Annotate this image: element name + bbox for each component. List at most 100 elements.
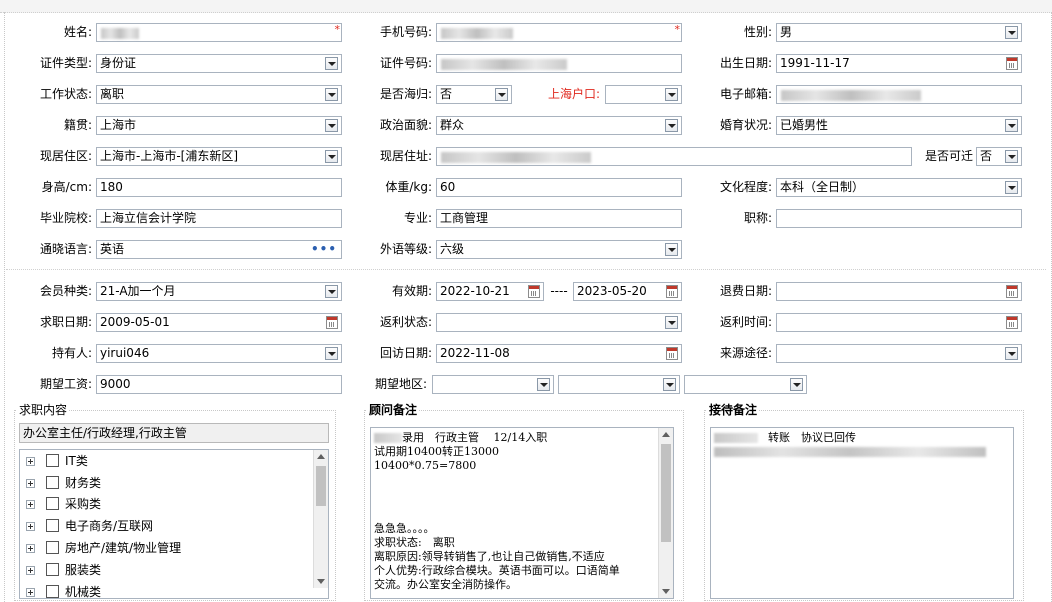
scroll-thumb[interactable] xyxy=(661,444,671,542)
reception-notes-textarea[interactable]: 转账 协议已回传 xyxy=(710,427,1014,599)
expand-icon[interactable] xyxy=(26,457,35,466)
salary-input[interactable]: 9000 xyxy=(96,375,342,394)
job-date-input[interactable]: 2009-05-01 xyxy=(96,313,342,332)
redacted-text xyxy=(714,433,758,443)
weight-input[interactable]: 60 xyxy=(436,178,682,197)
scroll-up-icon[interactable] xyxy=(317,454,325,459)
calendar-icon[interactable] xyxy=(666,347,678,360)
chevron-down-icon[interactable] xyxy=(325,57,338,70)
chevron-down-icon[interactable] xyxy=(663,378,676,391)
checkbox[interactable] xyxy=(46,497,59,510)
advisor-notes-textarea[interactable]: 录用 行政主管 12/14入职 试用期10400转正13000 10400*0.… xyxy=(370,427,674,599)
work-status-select[interactable]: 离职 xyxy=(96,85,342,104)
chevron-down-icon[interactable] xyxy=(665,119,678,132)
tree-scrollbar[interactable] xyxy=(313,450,328,588)
checkbox[interactable] xyxy=(46,476,59,489)
visit-date-input[interactable]: 2022-11-08 xyxy=(436,344,682,363)
calendar-icon[interactable] xyxy=(326,316,338,329)
region-province-select[interactable] xyxy=(432,375,554,394)
scroll-up-icon[interactable] xyxy=(662,432,670,437)
chevron-down-icon[interactable] xyxy=(1005,119,1018,132)
refund-date-input[interactable] xyxy=(776,282,1022,301)
chevron-down-icon[interactable] xyxy=(1005,347,1018,360)
origin-select[interactable]: 上海市 xyxy=(96,116,342,135)
holder-select[interactable]: yirui046 xyxy=(96,344,342,363)
member-type-select[interactable]: 21-A加一个月 xyxy=(96,282,342,301)
school-input[interactable]: 上海立信会计学院 xyxy=(96,209,342,228)
residence-area-select[interactable]: 上海市-上海市-[浦东新区] xyxy=(96,147,342,166)
id-type-select[interactable]: 身份证 xyxy=(96,54,342,73)
chevron-down-icon[interactable] xyxy=(325,88,338,101)
chevron-down-icon[interactable] xyxy=(665,88,678,101)
hukou-select[interactable] xyxy=(605,85,682,104)
chevron-down-icon[interactable] xyxy=(790,378,803,391)
scroll-down-icon[interactable] xyxy=(662,589,670,594)
chevron-down-icon[interactable] xyxy=(325,347,338,360)
source-select[interactable] xyxy=(776,344,1022,363)
chevron-down-icon[interactable] xyxy=(1005,26,1018,39)
major-input[interactable]: 工商管理 xyxy=(436,209,682,228)
scroll-down-icon[interactable] xyxy=(317,579,325,584)
expand-icon[interactable] xyxy=(26,479,35,488)
expand-icon[interactable] xyxy=(26,522,35,531)
advisor-notes-title: 顾问备注 xyxy=(367,402,420,418)
chevron-down-icon[interactable] xyxy=(537,378,550,391)
expand-icon[interactable] xyxy=(26,544,35,553)
gender-select[interactable]: 男 xyxy=(776,23,1022,42)
expand-icon[interactable] xyxy=(26,500,35,509)
checkbox[interactable] xyxy=(46,519,59,532)
education-label: 文化程度: xyxy=(719,180,772,194)
job-category-tree[interactable]: IT类 财务类 采购类 电子商务/互联网 房地产/建筑/物业管理 服装类 机械类 xyxy=(19,449,329,599)
chevron-down-icon[interactable] xyxy=(325,285,338,298)
advisor-notes-scrollbar[interactable] xyxy=(658,428,673,598)
checkbox[interactable] xyxy=(46,585,59,598)
hukou-label: 上海户口: xyxy=(547,87,600,101)
more-icon[interactable]: ••• xyxy=(311,243,337,255)
relocate-select[interactable]: 否 xyxy=(976,147,1022,166)
expand-icon[interactable] xyxy=(26,588,35,597)
foreign-level-select[interactable]: 六级 xyxy=(436,240,682,259)
birth-date-input[interactable]: 1991-11-17 xyxy=(776,54,1022,73)
calendar-icon[interactable] xyxy=(1006,316,1018,329)
politics-select[interactable]: 群众 xyxy=(436,116,682,135)
calendar-icon[interactable] xyxy=(666,285,678,298)
tree-item-label: 服装类 xyxy=(65,563,102,577)
phone-input[interactable]: * xyxy=(436,23,682,42)
returnee-select[interactable]: 否 xyxy=(436,85,512,104)
professional-title-input[interactable] xyxy=(776,209,1022,228)
checkbox[interactable] xyxy=(46,563,59,576)
calendar-icon[interactable] xyxy=(1006,285,1018,298)
note-line xyxy=(714,445,1010,459)
chevron-down-icon[interactable] xyxy=(665,243,678,256)
checkbox[interactable] xyxy=(46,454,59,467)
address-input[interactable] xyxy=(436,147,912,166)
chevron-down-icon[interactable] xyxy=(1005,150,1018,163)
region-district-select[interactable] xyxy=(684,375,807,394)
marital-select[interactable]: 已婚男性 xyxy=(776,116,1022,135)
rebate-status-select[interactable] xyxy=(436,313,682,332)
calendar-icon[interactable] xyxy=(1006,57,1018,70)
chevron-down-icon[interactable] xyxy=(325,150,338,163)
language-input[interactable]: 英语 ••• xyxy=(96,240,342,259)
education-select[interactable]: 本科（全日制） xyxy=(776,178,1022,197)
valid-from-input[interactable]: 2022-10-21 xyxy=(436,282,544,301)
visit-date-value: 2022-11-08 xyxy=(440,346,510,360)
chevron-down-icon[interactable] xyxy=(495,88,508,101)
scroll-thumb[interactable] xyxy=(316,466,326,506)
residence-area-label: 现居住区: xyxy=(39,149,92,163)
name-input[interactable]: * xyxy=(96,23,342,42)
expand-icon[interactable] xyxy=(26,566,35,575)
tree-item-label: 房地产/建筑/物业管理 xyxy=(65,541,182,555)
chevron-down-icon[interactable] xyxy=(665,316,678,329)
email-input[interactable] xyxy=(776,85,1022,104)
checkbox[interactable] xyxy=(46,541,59,554)
calendar-icon[interactable] xyxy=(528,285,540,298)
salary-value: 9000 xyxy=(100,377,131,391)
id-number-input[interactable] xyxy=(436,54,682,73)
chevron-down-icon[interactable] xyxy=(325,119,338,132)
region-city-select[interactable] xyxy=(558,375,680,394)
rebate-time-input[interactable] xyxy=(776,313,1022,332)
chevron-down-icon[interactable] xyxy=(1005,181,1018,194)
height-input[interactable]: 180 xyxy=(96,178,342,197)
valid-to-input[interactable]: 2023-05-20 xyxy=(573,282,682,301)
